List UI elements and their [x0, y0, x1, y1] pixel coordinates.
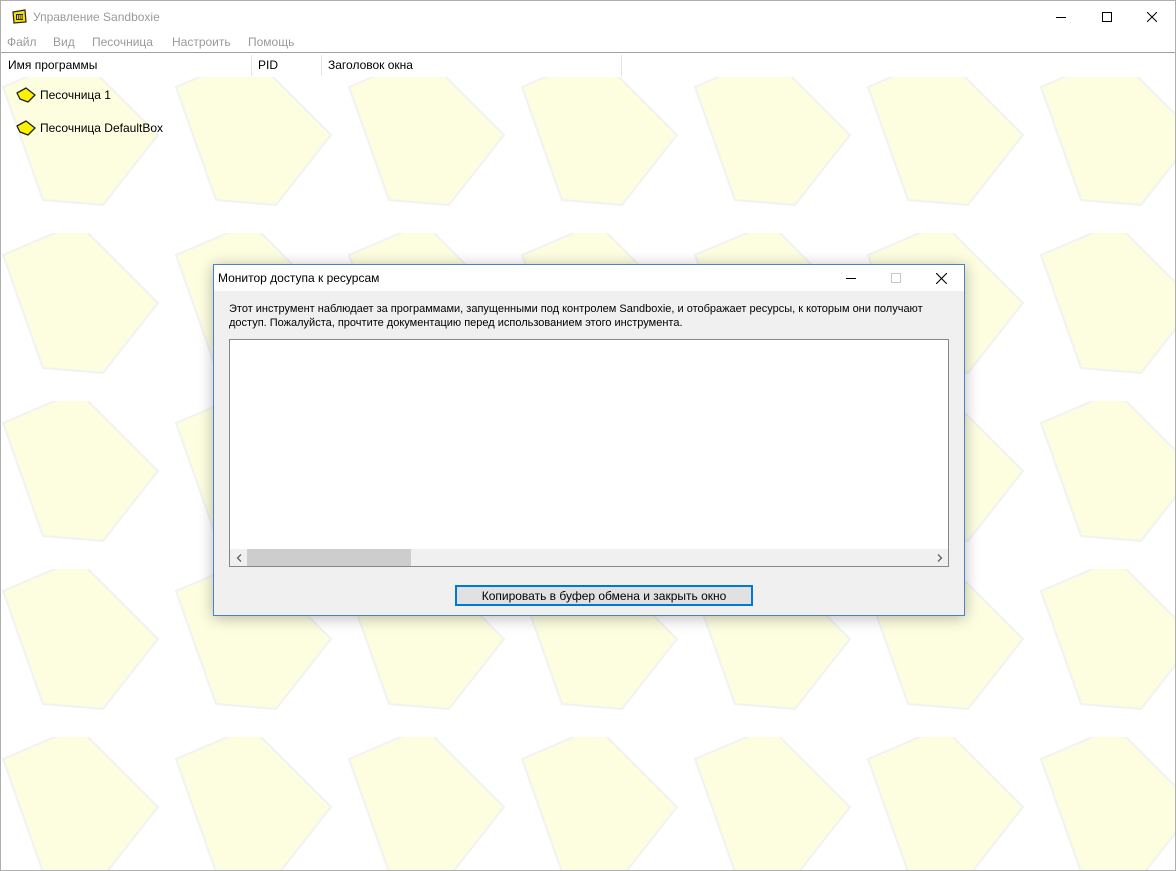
menu-sandbox[interactable]: Песочница [92, 35, 153, 49]
maximize-button[interactable] [1084, 1, 1130, 33]
sandbox-item-defaultbox[interactable]: Песочница DefaultBox [15, 118, 163, 138]
horizontal-scrollbar[interactable] [230, 549, 948, 566]
dialog-close-button[interactable] [918, 265, 964, 291]
column-header-window-title[interactable]: Заголовок окна [321, 53, 621, 77]
sandbox-label: Песочница 1 [40, 88, 111, 102]
menu-configure[interactable]: Настроить [172, 35, 231, 49]
main-window: Управление Sandboxie Файл Вид Песочница … [0, 0, 1176, 871]
menu-help[interactable]: Помощь [248, 35, 294, 49]
dialog-title: Монитор доступа к ресурсам [218, 271, 380, 285]
chevron-left-icon [236, 553, 241, 562]
close-icon [935, 272, 947, 284]
minimize-icon [1056, 17, 1066, 18]
resource-log-list[interactable] [229, 339, 949, 567]
sandbox-item-1[interactable]: Песочница 1 [15, 85, 111, 105]
copy-and-close-button[interactable]: Копировать в буфер обмена и закрыть окно [455, 585, 753, 606]
dialog-maximize-button [873, 265, 919, 291]
close-icon [1147, 12, 1157, 22]
sandbox-icon [16, 87, 36, 103]
dialog-minimize-button[interactable] [828, 265, 874, 291]
title-bar[interactable]: Управление Sandboxie [1, 1, 1175, 33]
dialog-description: Этот инструмент наблюдает за программами… [229, 303, 923, 329]
sandbox-label: Песочница DefaultBox [40, 121, 164, 135]
minimize-button[interactable] [1038, 1, 1084, 33]
dialog-title-bar[interactable]: Монитор доступа к ресурсам [214, 265, 964, 291]
column-header-pid[interactable]: PID [251, 53, 321, 77]
minimize-icon [846, 278, 856, 279]
close-button[interactable] [1129, 1, 1175, 33]
sandboxie-app-icon [12, 9, 27, 24]
menu-view[interactable]: Вид [53, 35, 75, 49]
list-header: Имя программы PID Заголовок окна [1, 53, 1175, 77]
column-divider[interactable] [621, 55, 622, 76]
resource-access-monitor-dialog: Монитор доступа к ресурсам Этот инструме… [213, 264, 965, 616]
maximize-icon [1102, 12, 1112, 22]
sandbox-icon [16, 120, 36, 136]
column-header-program-name[interactable]: Имя программы [1, 53, 251, 77]
window-title: Управление Sandboxie [33, 10, 160, 24]
scroll-left-button[interactable] [230, 549, 247, 566]
menu-file[interactable]: Файл [7, 35, 37, 49]
scrollbar-thumb[interactable] [247, 549, 411, 566]
scroll-right-button[interactable] [931, 549, 948, 566]
maximize-icon [891, 273, 901, 283]
chevron-right-icon [937, 553, 942, 562]
menu-bar: Файл Вид Песочница Настроить Помощь [1, 33, 1175, 51]
